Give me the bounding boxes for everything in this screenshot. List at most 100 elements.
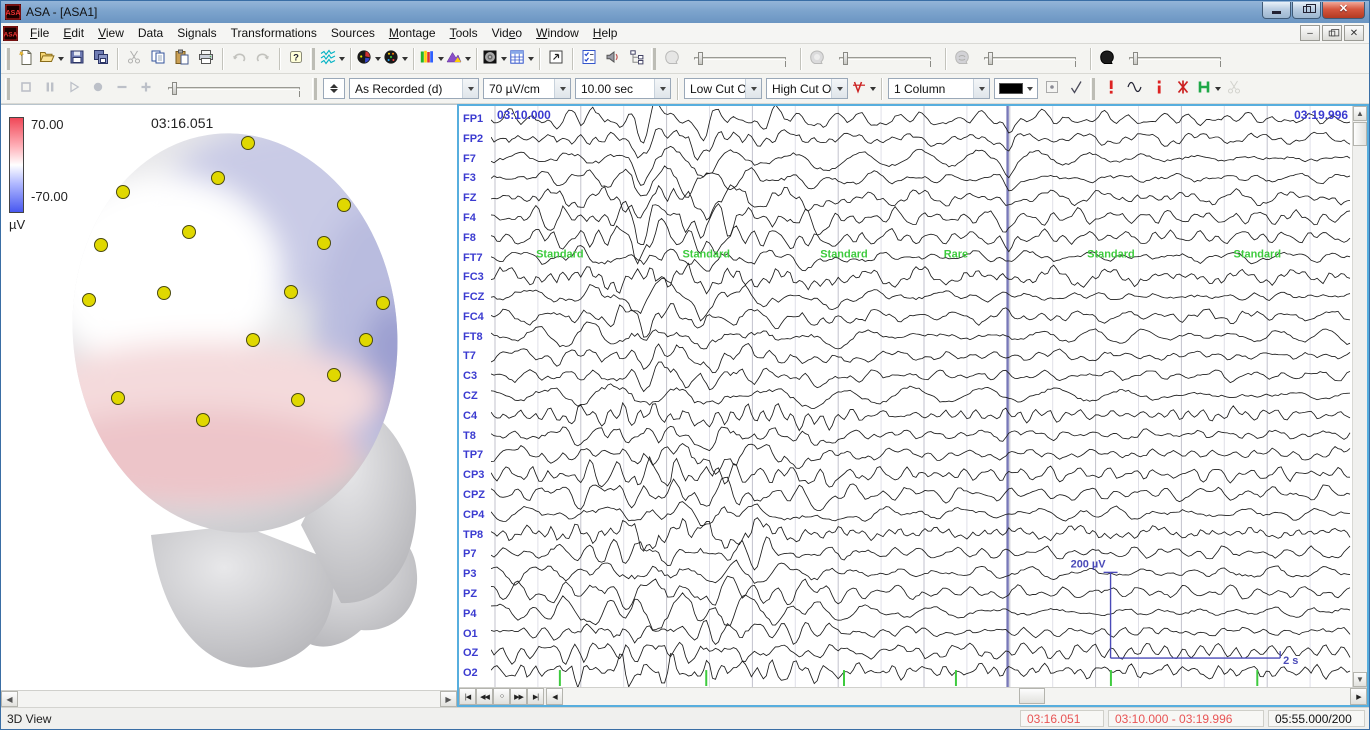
nav-last-button[interactable]: ▶| <box>527 688 544 705</box>
chevron-down-icon[interactable] <box>1215 87 1221 91</box>
toolbar-grip[interactable] <box>5 48 10 70</box>
mdi-minimize-button[interactable]: – <box>1300 25 1320 41</box>
3d-head-model[interactable] <box>1 105 457 674</box>
copy-button[interactable] <box>146 47 170 71</box>
electrode-marker[interactable] <box>83 294 96 307</box>
apply-check-button[interactable] <box>1064 77 1088 101</box>
scroll-right-icon[interactable]: ▶ <box>440 691 457 707</box>
channel-label-tp7[interactable]: TP7 <box>463 449 483 461</box>
electrode-marker[interactable] <box>338 199 351 212</box>
channel-label-f8[interactable]: F8 <box>463 232 476 244</box>
dot-grid-button[interactable] <box>1040 77 1064 101</box>
chevron-down-icon[interactable] <box>465 57 471 61</box>
chevron-down-icon[interactable] <box>870 87 876 91</box>
3d-view-panel[interactable]: 70.00 -70.00 µV 03:16.051 ◀ ▶ <box>1 104 457 707</box>
eeg-vscrollbar[interactable]: ▲ ▼ <box>1352 106 1367 687</box>
menu-window[interactable]: Window <box>529 24 586 42</box>
close-button[interactable]: ✕ <box>1322 2 1365 19</box>
chevron-down-icon[interactable] <box>339 57 345 61</box>
electrode-marker[interactable] <box>242 137 255 150</box>
nav-rewind-button[interactable]: ◀◀ <box>476 688 493 705</box>
electrode-marker[interactable] <box>285 286 298 299</box>
channel-label-f7[interactable]: F7 <box>463 153 476 165</box>
scroll-right-icon[interactable]: ▶ <box>1350 688 1367 705</box>
new-document-button[interactable] <box>14 47 38 71</box>
marker-h-button[interactable] <box>1195 77 1222 101</box>
wave-marker-button[interactable] <box>1123 77 1147 101</box>
channel-label-f4[interactable]: F4 <box>463 212 476 224</box>
notch-filter-button[interactable] <box>850 77 877 101</box>
channel-label-cp4[interactable]: CP4 <box>463 509 484 521</box>
event-marker-label[interactable]: Standard <box>1087 248 1135 260</box>
channel-label-c4[interactable]: C4 <box>463 410 477 422</box>
color-columns-button[interactable] <box>418 47 445 71</box>
menu-transformations[interactable]: Transformations <box>224 24 324 42</box>
event-marker-label[interactable]: Standard <box>536 248 584 260</box>
menu-data[interactable]: Data <box>131 24 170 42</box>
chevron-down-icon[interactable] <box>438 57 444 61</box>
channel-label-fc3[interactable]: FC3 <box>463 271 484 283</box>
event-exclamation-button[interactable] <box>1099 77 1123 101</box>
chevron-down-icon[interactable] <box>654 79 670 98</box>
paste-button[interactable] <box>170 47 194 71</box>
maximize-view-button[interactable] <box>544 47 568 71</box>
channel-label-o2[interactable]: O2 <box>463 667 478 679</box>
channel-label-cp3[interactable]: CP3 <box>463 469 484 481</box>
channel-spin[interactable] <box>323 78 345 99</box>
electrode-marker[interactable] <box>360 334 373 347</box>
channel-label-cpz[interactable]: CPZ <box>463 489 485 501</box>
channel-label-fp2[interactable]: FP2 <box>463 133 483 145</box>
menu-signals[interactable]: Signals <box>170 24 223 42</box>
menu-sources[interactable]: Sources <box>324 24 382 42</box>
scroll-left-icon[interactable]: ◀ <box>1 691 18 707</box>
channel-label-o1[interactable]: O1 <box>463 628 478 640</box>
electrode-marker[interactable] <box>377 297 390 310</box>
chevron-down-icon[interactable] <box>973 79 989 98</box>
highcut-select[interactable]: High Cut O <box>766 78 848 99</box>
electrode-marker[interactable] <box>112 392 125 405</box>
event-marker-label[interactable]: Rare <box>944 248 968 260</box>
vscroll-thumb[interactable] <box>1353 122 1367 146</box>
data-table-button[interactable] <box>508 47 535 71</box>
eeg-trace-area[interactable]: 03:10.00003:19.996StandardStandardStanda… <box>491 106 1352 687</box>
slider-thumb[interactable] <box>1133 52 1138 65</box>
channel-label-fcz[interactable]: FCZ <box>463 291 484 303</box>
channel-label-fz[interactable]: FZ <box>463 192 476 204</box>
channel-label-f3[interactable]: F3 <box>463 172 476 184</box>
trace-color-swatch[interactable] <box>994 78 1038 99</box>
head-map-button[interactable] <box>355 47 382 71</box>
save-all-button[interactable] <box>89 47 113 71</box>
menu-edit[interactable]: Edit <box>56 24 91 42</box>
electrode-marker[interactable] <box>183 226 196 239</box>
electrode-marker[interactable] <box>158 287 171 300</box>
save-button[interactable] <box>65 47 89 71</box>
channel-label-fp1[interactable]: FP1 <box>463 113 483 125</box>
event-marker-label[interactable]: Standard <box>682 248 730 260</box>
channel-label-pz[interactable]: PZ <box>463 588 477 600</box>
channel-label-t7[interactable]: T7 <box>463 350 476 362</box>
chevron-down-icon[interactable] <box>831 79 847 98</box>
electrode-marker[interactable] <box>247 334 260 347</box>
reject-cross-button[interactable] <box>1171 77 1195 101</box>
slider-thumb[interactable] <box>843 52 848 65</box>
chevron-down-icon[interactable] <box>1023 79 1037 98</box>
menu-help[interactable]: Help <box>586 24 625 42</box>
head-layer-dark-button[interactable] <box>1095 47 1119 71</box>
signal-burst-button[interactable] <box>319 47 346 71</box>
channel-label-fc4[interactable]: FC4 <box>463 311 484 323</box>
channel-label-oz[interactable]: OZ <box>463 647 478 659</box>
channel-label-c3[interactable]: C3 <box>463 370 477 382</box>
toolbar-grip[interactable] <box>5 78 10 100</box>
electrode-marker[interactable] <box>197 414 210 427</box>
skull-opacity-slider[interactable] <box>835 49 935 69</box>
lowcut-select[interactable]: Low Cut O <box>684 78 762 99</box>
columns-select[interactable]: 1 Column <box>888 78 990 99</box>
chevron-down-icon[interactable] <box>501 57 507 61</box>
electrode-marker[interactable] <box>318 237 331 250</box>
channel-label-p4[interactable]: P4 <box>463 608 476 620</box>
slider-thumb[interactable] <box>172 82 177 95</box>
cortex-opacity-slider[interactable] <box>980 49 1080 69</box>
event-marker-label[interactable]: Standard <box>1234 248 1282 260</box>
scalp-opacity-slider[interactable] <box>690 49 790 69</box>
menu-tools[interactable]: Tools <box>443 24 485 42</box>
